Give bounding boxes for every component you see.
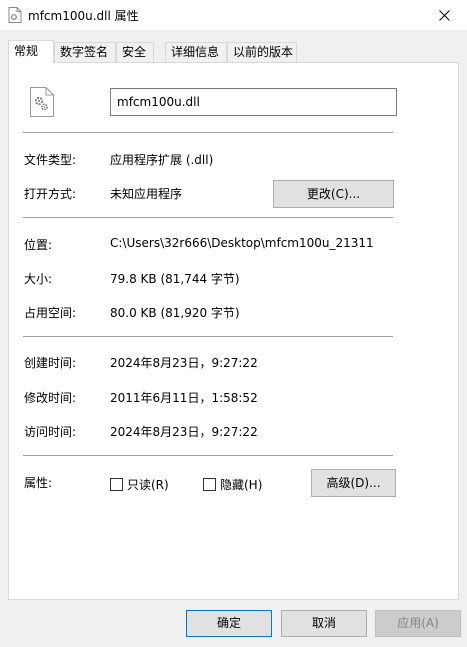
location-label: 位置: bbox=[24, 238, 53, 252]
accessed-value: 2024年8月23日，9:27:22 bbox=[110, 425, 258, 439]
location-value: C:\Users\32r666\Desktop\mfcm100u_21311 bbox=[110, 236, 374, 250]
readonly-checkbox[interactable]: 只读(R) bbox=[110, 476, 169, 493]
separator bbox=[23, 455, 393, 456]
size-on-disk-value: 80.0 KB (81,920 字节) bbox=[110, 306, 240, 320]
tab-previous-versions[interactable]: 以前的版本 bbox=[227, 42, 297, 62]
separator bbox=[23, 132, 393, 133]
general-panel: mfcm100u.dll 文件类型: 应用程序扩展 (.dll) 打开方式: 未… bbox=[8, 62, 459, 600]
hidden-checkbox[interactable]: 隐藏(H) bbox=[203, 476, 262, 493]
created-label: 创建时间: bbox=[24, 356, 77, 370]
window-title: mfcm100u.dll 属性 bbox=[28, 9, 139, 23]
change-button[interactable]: 更改(C)... bbox=[273, 180, 394, 208]
close-icon bbox=[438, 9, 450, 21]
checkbox-box[interactable] bbox=[110, 478, 123, 491]
attributes-label: 属性: bbox=[24, 476, 53, 490]
file-type-label: 文件类型: bbox=[24, 153, 77, 167]
hidden-checkbox-label: 隐藏(H) bbox=[220, 478, 263, 492]
separator bbox=[23, 336, 393, 337]
file-name-input[interactable]: mfcm100u.dll bbox=[110, 88, 397, 116]
apply-button[interactable]: 应用(A) bbox=[375, 610, 461, 637]
separator bbox=[23, 217, 393, 218]
tab-digital-signatures[interactable]: 数字签名 bbox=[54, 42, 116, 62]
created-value: 2024年8月23日，9:27:22 bbox=[110, 356, 258, 370]
size-value: 79.8 KB (81,744 字节) bbox=[110, 272, 240, 286]
advanced-button[interactable]: 高级(D)... bbox=[311, 469, 396, 497]
readonly-checkbox-label: 只读(R) bbox=[127, 478, 169, 492]
size-label: 大小: bbox=[24, 272, 53, 286]
tab-details[interactable]: 详细信息 bbox=[165, 42, 227, 62]
dll-file-icon bbox=[30, 87, 54, 117]
checkbox-box[interactable] bbox=[203, 478, 216, 491]
cancel-button[interactable]: 取消 bbox=[281, 610, 367, 637]
size-on-disk-label: 占用空间: bbox=[24, 306, 77, 320]
file-type-value: 应用程序扩展 (.dll) bbox=[110, 153, 214, 167]
title-bar: mfcm100u.dll 属性 bbox=[0, 0, 467, 30]
ok-button[interactable]: 确定 bbox=[186, 610, 272, 637]
dll-file-icon bbox=[8, 7, 22, 23]
tab-general[interactable]: 常规 bbox=[8, 40, 54, 63]
tab-security[interactable]: 安全 bbox=[116, 42, 154, 62]
close-button[interactable] bbox=[421, 0, 467, 30]
modified-value: 2011年6月11日，1:58:52 bbox=[110, 391, 258, 405]
open-with-label: 打开方式: bbox=[24, 187, 77, 201]
modified-label: 修改时间: bbox=[24, 391, 77, 405]
accessed-label: 访问时间: bbox=[24, 425, 77, 439]
open-with-value: 未知应用程序 bbox=[110, 187, 183, 201]
